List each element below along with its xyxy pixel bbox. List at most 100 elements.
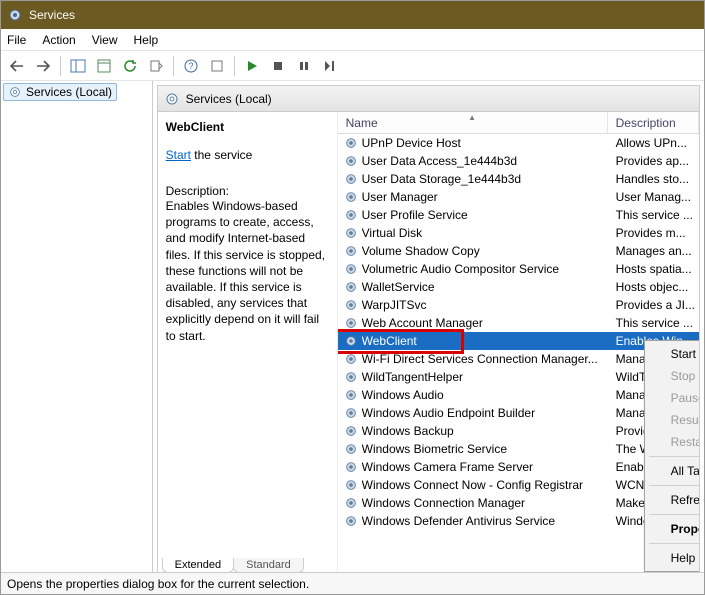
tree-root-label: Services (Local) [26,85,112,99]
options-toolbar-button[interactable] [205,54,229,78]
ctx-all-tasks-label: All Tasks [671,464,699,478]
column-name-label: Name [346,116,378,130]
gear-icon [344,442,358,456]
gear-icon [344,460,358,474]
service-name: Windows Connection Manager [362,496,608,510]
sort-indicator-up-icon: ▲ [468,113,476,122]
ctx-separator [649,543,699,544]
gear-icon [344,190,358,204]
gear-icon [344,478,358,492]
menu-help[interactable]: Help [134,33,159,47]
toolbar-separator [173,56,174,76]
ctx-stop[interactable]: Stop [647,365,699,387]
service-row[interactable]: User Data Storage_1e444b3dHandles sto... [338,170,699,188]
service-row[interactable]: Web Account ManagerThis service ... [338,314,699,332]
ctx-resume[interactable]: Resume [647,409,699,431]
ctx-pause[interactable]: Pause [647,387,699,409]
service-name: Virtual Disk [362,226,608,240]
service-name: User Data Storage_1e444b3d [362,172,608,186]
window-title: Services [29,8,75,22]
pause-service-button[interactable] [292,54,316,78]
export-list-button[interactable] [144,54,168,78]
context-menu: Start Stop Pause Resume Restart All Task… [644,340,699,572]
right-header: Services (Local) [158,86,699,112]
list-body[interactable]: UPnP Device HostAllows UPn...User Data A… [338,134,699,572]
bottom-tabs: Extended Standard [162,558,303,573]
gear-icon [344,154,358,168]
service-row[interactable]: WarpJITSvcProvides a JI... [338,296,699,314]
menu-view[interactable]: View [92,33,118,47]
service-row[interactable]: Volumetric Audio Compositor ServiceHosts… [338,260,699,278]
service-name: Windows Backup [362,424,608,438]
service-name: WalletService [362,280,608,294]
gear-icon [344,172,358,186]
back-button[interactable] [5,54,29,78]
gear-icon [344,496,358,510]
service-desc: Provides m... [608,226,695,240]
gear-icon [344,514,358,528]
toolbar: ? [1,51,704,81]
service-desc: Handles sto... [608,172,695,186]
show-hide-tree-button[interactable] [66,54,90,78]
service-name: Windows Audio Endpoint Builder [362,406,608,420]
tab-standard[interactable]: Standard [233,558,304,573]
ctx-properties-label: Properties [671,522,699,536]
toolbar-separator [234,56,235,76]
detail-service-name: WebClient [166,120,327,134]
service-name: WildTangentHelper [362,370,608,384]
column-description[interactable]: Description [608,112,699,133]
properties-toolbar-button[interactable] [92,54,116,78]
ctx-help[interactable]: Help [647,547,699,569]
service-row[interactable]: WalletServiceHosts objec... [338,278,699,296]
ctx-properties[interactable]: Properties [647,518,699,540]
service-name: Volumetric Audio Compositor Service [362,262,608,276]
status-text: Opens the properties dialog box for the … [7,577,309,591]
titlebar: Services [1,1,704,29]
ctx-separator [649,456,699,457]
service-row[interactable]: User Profile ServiceThis service ... [338,206,699,224]
tree-root-services[interactable]: Services (Local) [3,83,117,101]
service-name: UPnP Device Host [362,136,608,150]
refresh-toolbar-button[interactable] [118,54,142,78]
service-name: Web Account Manager [362,316,608,330]
services-list: Name ▲ Description UPnP Device HostAllow… [338,112,699,572]
gear-icon [344,208,358,222]
restart-service-button[interactable] [318,54,342,78]
ctx-separator [649,485,699,486]
detail-panel: WebClient Start the service Description:… [158,112,338,572]
service-row[interactable]: Volume Shadow CopyManages an... [338,242,699,260]
service-row[interactable]: User Data Access_1e444b3dProvides ap... [338,152,699,170]
service-row[interactable]: Virtual DiskProvides m... [338,224,699,242]
service-desc: Manages an... [608,244,695,258]
start-service-button[interactable] [240,54,264,78]
forward-button[interactable] [31,54,55,78]
ctx-refresh[interactable]: Refresh [647,489,699,511]
svg-text:?: ? [188,61,193,71]
gear-icon [344,226,358,240]
menu-action[interactable]: Action [42,33,75,47]
tab-extended[interactable]: Extended [162,558,234,573]
gear-icon [344,370,358,384]
help-toolbar-button[interactable]: ? [179,54,203,78]
ctx-restart[interactable]: Restart [647,431,699,453]
service-desc: Hosts spatia... [608,262,695,276]
ctx-separator [649,514,699,515]
ctx-all-tasks[interactable]: All Tasks▶ [647,460,699,482]
gear-icon [344,406,358,420]
gear-icon [164,91,180,107]
stop-service-button[interactable] [266,54,290,78]
right-pane: Services (Local) WebClient Start the ser… [157,85,700,572]
gear-icon [344,244,358,258]
service-row[interactable]: UPnP Device HostAllows UPn... [338,134,699,152]
detail-desc-label: Description: [166,184,327,198]
service-name: Volume Shadow Copy [362,244,608,258]
service-desc: This service ... [608,208,695,222]
column-desc-label: Description [616,116,676,130]
column-name[interactable]: Name ▲ [338,112,608,133]
ctx-start[interactable]: Start [647,343,699,365]
menu-file[interactable]: File [7,33,26,47]
service-name: User Manager [362,190,608,204]
start-link[interactable]: Start [166,148,191,162]
gear-icon [344,352,358,366]
service-row[interactable]: User ManagerUser Manag... [338,188,699,206]
